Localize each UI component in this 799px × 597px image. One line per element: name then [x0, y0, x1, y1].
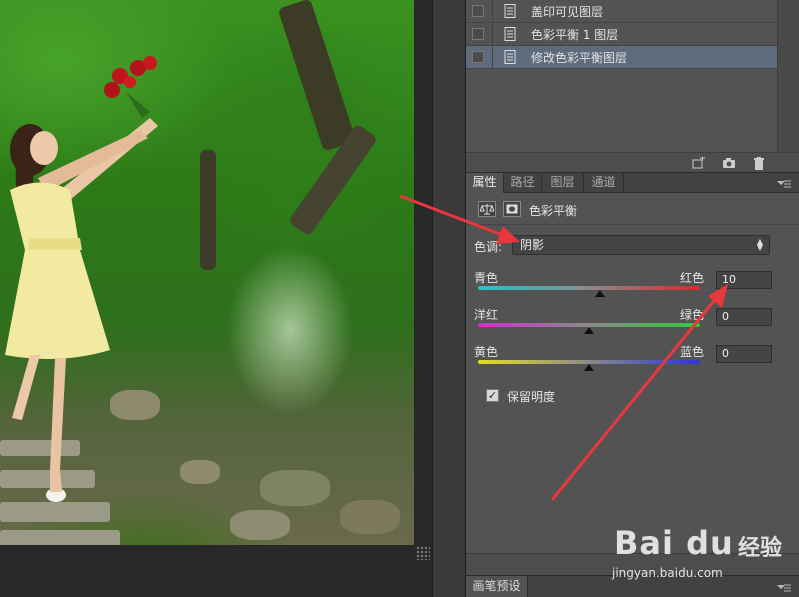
photo-canvas[interactable] — [0, 0, 414, 545]
slider-right-label: 红色 — [680, 271, 705, 285]
layer-mask-icon[interactable] — [503, 201, 521, 217]
layers-panel: 盖印可见图层 色彩平衡 1 图层 修改色彩平衡图层 — [466, 0, 799, 172]
document-icon — [503, 50, 517, 64]
new-group-icon[interactable] — [692, 156, 706, 170]
slider-left-label: 黄色 — [474, 345, 499, 359]
magenta-green-value-input[interactable]: 0 — [716, 308, 772, 326]
layer-visibility-toggle[interactable] — [472, 28, 484, 40]
layer-name[interactable]: 色彩平衡 1 图层 — [531, 26, 618, 43]
adjustment-header: 色彩平衡 — [466, 194, 799, 224]
preserve-luminosity-label: 保留明度 — [507, 390, 556, 404]
tab-brush-presets[interactable]: 画笔预设 — [466, 576, 528, 597]
trash-icon[interactable] — [752, 156, 766, 170]
magenta-green-slider-group: 洋红 绿色 0 — [474, 306, 792, 342]
brush-presets-panel-bar: 画笔预设 — [466, 575, 799, 597]
yellow-blue-slider-group: 黄色 蓝色 0 — [474, 343, 792, 379]
tone-label: 色调: — [474, 240, 503, 254]
layer-visibility-toggle[interactable] — [472, 5, 484, 17]
properties-panel: 属性 路径 图层 通道 色彩平衡 色调: 阴影 ▲ ▼ 青色 红色 10 洋红 … — [466, 172, 799, 575]
slider-knob[interactable] — [595, 290, 606, 297]
cyan-red-slider-group: 青色 红色 10 — [474, 269, 792, 305]
tab-properties[interactable]: 属性 — [466, 173, 504, 193]
layer-name[interactable]: 盖印可见图层 — [531, 3, 603, 20]
woman-figure — [5, 56, 158, 502]
panel-menu-icon[interactable] — [777, 178, 791, 188]
yellow-blue-value-input[interactable]: 0 — [716, 345, 772, 363]
layers-footer-toolbar — [466, 152, 799, 172]
slider-left-label: 洋红 — [474, 308, 499, 322]
layer-row-selected[interactable]: 修改色彩平衡图层 — [466, 45, 777, 69]
layer-name[interactable]: 修改色彩平衡图层 — [531, 49, 627, 66]
tone-select[interactable]: 阴影 ▲ ▼ — [512, 235, 770, 255]
properties-tab-bar: 属性 路径 图层 通道 — [466, 173, 799, 193]
slider-left-label: 青色 — [474, 271, 499, 285]
document-icon — [503, 27, 517, 41]
document-resize-grip[interactable] — [416, 546, 430, 560]
right-panel-dock: 盖印可见图层 色彩平衡 1 图层 修改色彩平衡图层 属性 路径 图层 通道 色彩… — [466, 0, 799, 597]
balance-scale-icon[interactable] — [478, 201, 496, 217]
slider-knob[interactable] — [584, 327, 594, 334]
slider-right-label: 蓝色 — [680, 345, 705, 359]
camera-icon[interactable] — [722, 156, 736, 170]
slider-right-label: 绿色 — [680, 308, 705, 322]
adjustment-title: 色彩平衡 — [529, 204, 578, 218]
cyan-red-value-input[interactable]: 10 — [716, 271, 772, 289]
layer-row[interactable]: 盖印可见图层 — [466, 0, 777, 23]
tab-paths[interactable]: 路径 — [504, 173, 542, 193]
tone-select-value: 阴影 — [520, 238, 545, 252]
preserve-luminosity-checkbox[interactable]: ✓ — [486, 389, 499, 402]
slider-knob[interactable] — [584, 364, 594, 371]
layer-visibility-toggle[interactable] — [472, 51, 484, 63]
panel-menu-icon[interactable] — [777, 582, 791, 592]
document-canvas-area — [0, 0, 432, 597]
tab-channels[interactable]: 通道 — [584, 173, 624, 193]
tab-layers[interactable]: 图层 — [542, 173, 584, 193]
select-caret-icon: ▲ ▼ — [756, 237, 763, 252]
layer-row[interactable]: 色彩平衡 1 图层 — [466, 22, 777, 46]
layers-scrollbar[interactable] — [777, 0, 799, 152]
properties-footer-toolbar — [466, 553, 799, 575]
panel-dock-divider[interactable] — [432, 0, 466, 597]
cyan-red-track[interactable] — [478, 286, 700, 290]
document-icon — [503, 4, 517, 18]
